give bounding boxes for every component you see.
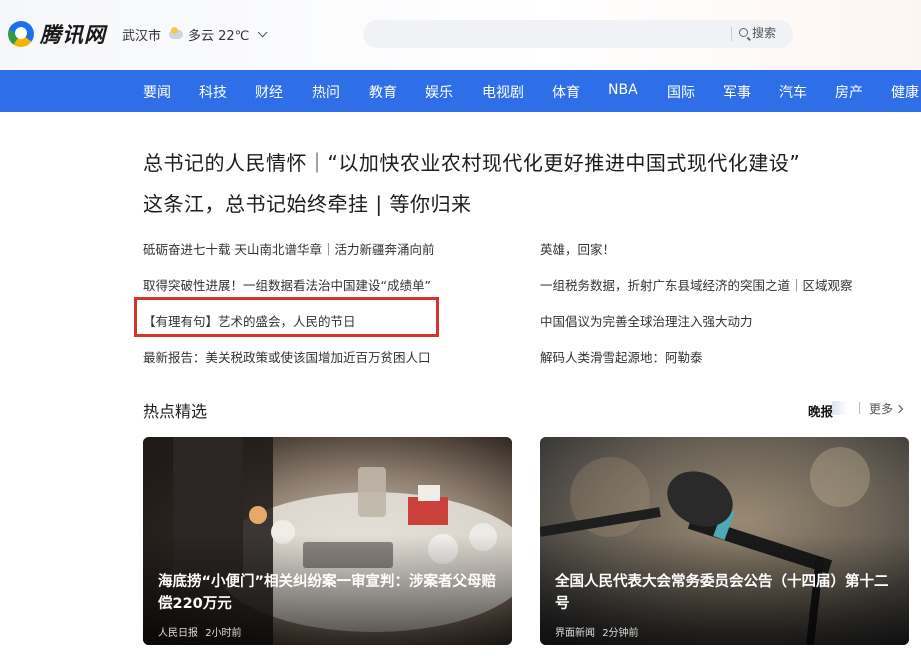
news-card-2[interactable]: 全国人民代表大会常务委员会公告（十四届）第十二号 界面新闻 2分钟前 <box>540 437 909 645</box>
news-item-left-1[interactable]: 砥砺奋进七十载 天山南北谱华章｜活力新疆奔涌向前 <box>143 239 434 258</box>
news-item-right-1[interactable]: 英雄，回家！ <box>540 239 615 258</box>
search-button[interactable]: 搜索 <box>739 24 776 41</box>
card-time: 2分钟前 <box>602 628 639 639</box>
search-divider <box>731 27 732 41</box>
nav-item-keji[interactable]: 科技 <box>199 82 227 102</box>
headline-1[interactable]: 总书记的人民情怀｜“以加快农业农村现代化更好推进中国式现代化建设” <box>143 147 800 176</box>
nav-item-qiche[interactable]: 汽车 <box>779 82 807 102</box>
tencent-logo-icon <box>8 21 34 47</box>
logo-text: 腾讯网 <box>40 23 106 47</box>
channel-nav: 要闻 科技 财经 热问 教育 娱乐 电视剧 体育 NBA 国际 军事 汽车 房产… <box>0 70 921 112</box>
card-source: 界面新闻 <box>555 628 595 639</box>
weather-text: 多云 22℃ <box>188 29 250 44</box>
city-label: 武汉市 <box>122 29 162 44</box>
news-item-right-2[interactable]: 一组税务数据，折射广东县域经济的突围之道｜区域观察 <box>540 275 853 294</box>
news-item-right-4[interactable]: 解码人类滑雪起源地：阿勒泰 <box>540 347 703 366</box>
search-bar <box>363 20 793 48</box>
nav-item-fangchan[interactable]: 房产 <box>835 82 863 102</box>
nav-item-rewen[interactable]: 热问 <box>312 82 340 102</box>
location-weather[interactable]: 武汉市 多云 22℃ <box>122 25 268 44</box>
nav-item-tiyu[interactable]: 体育 <box>552 82 580 102</box>
cloudy-icon <box>169 27 184 39</box>
nav-item-nba[interactable]: NBA <box>608 82 638 98</box>
nav-item-jiankang[interactable]: 健康 <box>891 82 919 102</box>
nav-item-jiaoyu[interactable]: 教育 <box>369 82 397 102</box>
headline-2[interactable]: 这条江，总书记始终牵挂 | 等你归来 <box>143 188 471 217</box>
site-header: 腾讯网 武汉市 多云 22℃ 搜索 <box>0 0 921 70</box>
nav-item-guoji[interactable]: 国际 <box>667 82 695 102</box>
nav-item-yaowen[interactable]: 要闻 <box>143 82 171 102</box>
search-icon <box>739 28 748 37</box>
nav-item-junshi[interactable]: 军事 <box>723 82 751 102</box>
nav-item-dianshiju[interactable]: 电视剧 <box>482 82 524 102</box>
more-divider <box>859 402 860 414</box>
search-input[interactable] <box>377 24 727 44</box>
nav-item-yule[interactable]: 娱乐 <box>425 82 453 102</box>
news-item-left-2[interactable]: 取得突破性进展！一组数据看法治中国建设“成绩单” <box>143 275 431 294</box>
search-button-label: 搜索 <box>752 26 777 40</box>
chevron-right-icon <box>894 404 904 413</box>
wanbao-link[interactable]: 晚报 <box>808 401 833 420</box>
card-title: 海底捞“小便门”相关纠纷案一审宣判：涉案者父母赔偿220万元 <box>158 574 497 612</box>
card-title: 全国人民代表大会常务委员会公告（十四届）第十二号 <box>555 574 889 612</box>
news-item-left-4[interactable]: 最新报告：美关税政策或使该国增加近百万贫困人口 <box>143 347 431 366</box>
card-source: 人民日报 <box>158 628 198 639</box>
news-card-1[interactable]: 海底捞“小便门”相关纠纷案一审宣判：涉案者父母赔偿220万元 人民日报 2小时前 <box>143 437 512 645</box>
tencent-logo[interactable]: 腾讯网 <box>8 18 106 50</box>
highlight-annotation-box <box>134 297 439 337</box>
card-meta: 界面新闻 2分钟前 <box>555 624 639 639</box>
card-time: 2小时前 <box>205 628 242 639</box>
nav-item-caijing[interactable]: 财经 <box>255 82 283 102</box>
section-title: 热点精选 <box>143 402 208 421</box>
wanbao-decoration <box>832 401 848 415</box>
card-meta: 人民日报 2小时前 <box>158 624 242 639</box>
more-link[interactable]: 更多 <box>869 400 904 417</box>
chevron-down-icon <box>257 27 268 38</box>
more-label: 更多 <box>869 402 894 416</box>
news-item-right-3[interactable]: 中国倡议为完善全球治理注入强大动力 <box>540 311 753 330</box>
